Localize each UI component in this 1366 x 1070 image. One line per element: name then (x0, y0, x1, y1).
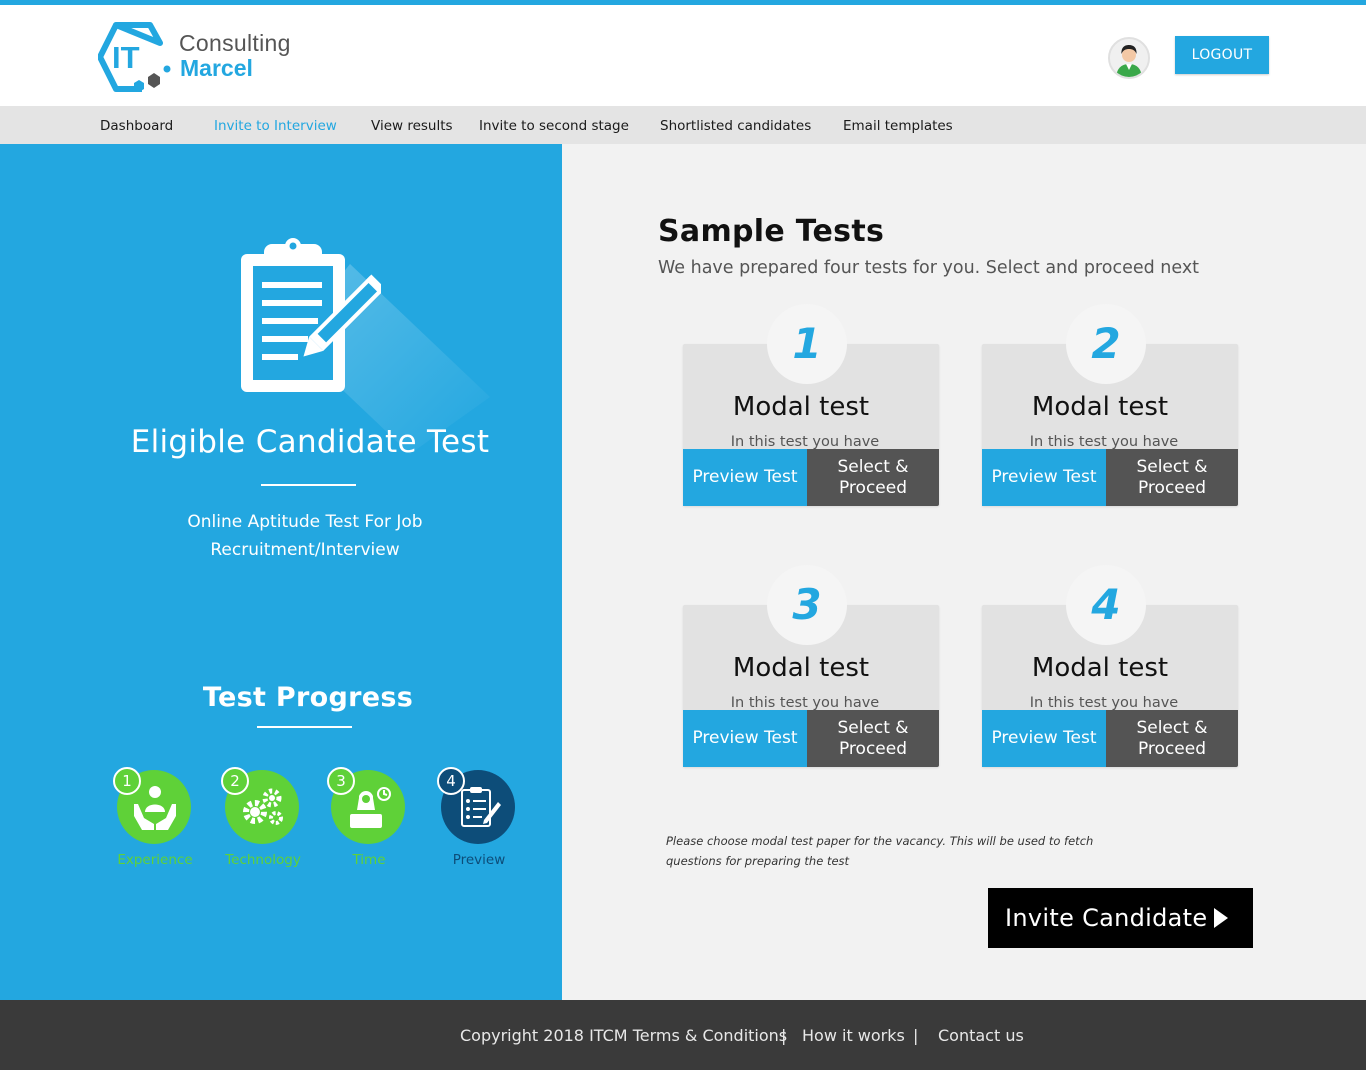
card-title: Modal test (1031, 392, 1169, 422)
left-info-panel: Eligible Candidate Test Online Aptitude … (0, 144, 562, 1000)
nav-item-dashboard[interactable]: Dashboard (100, 118, 173, 134)
nav-item-invite-to-interview[interactable]: Invite to Interview (214, 118, 337, 134)
logo-text-consulting: Consulting (179, 30, 291, 56)
clipboard-pencil-icon (241, 238, 381, 392)
step-label: Technology (225, 852, 301, 868)
step-label: Preview (452, 852, 506, 868)
step-number: 3 (327, 767, 355, 795)
logo[interactable]: IT Consulting Marcel (97, 21, 308, 93)
user-avatar-icon[interactable] (1108, 37, 1150, 79)
footer-link-contact[interactable]: Contact us (938, 1026, 1024, 1045)
preview-test-button[interactable]: Preview Test (683, 449, 807, 506)
footer-copyright-terms[interactable]: Copyright 2018 ITCM Terms & Conditions (460, 1026, 787, 1045)
svg-text:IT: IT (112, 40, 140, 75)
step-label: Experience (117, 852, 193, 868)
select-proceed-button[interactable]: Select & Proceed (807, 710, 939, 767)
instruction-note: Please choose modal test paper for the v… (666, 834, 1094, 868)
logo-hexagon-icon: IT (97, 22, 171, 92)
step-number: 2 (221, 767, 249, 795)
progress-step-time[interactable]: 3 Time (314, 767, 424, 878)
select-proceed-button[interactable]: Select & Proceed (1106, 449, 1238, 506)
card-title: Modal test (1031, 653, 1169, 683)
nav-item-email-templates[interactable]: Email templates (843, 118, 953, 134)
nav-item-view-results[interactable]: View results (371, 118, 453, 134)
avatar-figure (1110, 39, 1148, 77)
section-title: Sample Tests (658, 214, 885, 249)
test-card-1: Modal test In this test you have total 1… (683, 304, 939, 506)
test-number-badge: 2 (1066, 304, 1146, 384)
hero-subtitle: Online Aptitude Test For Job Recruitment… (187, 512, 423, 560)
progress-step-technology[interactable]: 2 Technology (208, 767, 318, 878)
step-number: 1 (113, 767, 141, 795)
preview-test-button[interactable]: Preview Test (683, 710, 807, 767)
test-card-4: Modal test In this test you have total 1… (982, 565, 1238, 767)
header: IT Consulting Marcel LOGOUT (0, 5, 1366, 106)
main-nav: Dashboard Invite to Interview View resul… (0, 106, 1366, 144)
test-card-2: Modal test In this test you have total 1… (982, 304, 1238, 506)
footer-link-how-it-works[interactable]: How it works (802, 1026, 905, 1045)
test-number-badge: 3 (767, 565, 847, 645)
hero-title: Eligible Candidate Test (130, 424, 490, 460)
test-number-badge: 1 (767, 304, 847, 384)
footer: Copyright 2018 ITCM Terms & Conditions |… (0, 1000, 1366, 1070)
select-proceed-button[interactable]: Select & Proceed (807, 449, 939, 506)
section-subtitle: We have prepared four tests for you. Sel… (658, 258, 1200, 278)
nav-item-shortlisted[interactable]: Shortlisted candidates (660, 118, 811, 134)
hero-divider (261, 484, 356, 486)
progress-title: Test Progress (202, 682, 414, 713)
card-title: Modal test (732, 653, 870, 683)
logout-button[interactable]: LOGOUT (1175, 36, 1269, 74)
step-number: 4 (437, 767, 465, 795)
step-label: Time (352, 852, 386, 868)
sample-tests-panel: Sample Tests We have prepared four tests… (562, 144, 1366, 1000)
footer-separator: | (913, 1026, 919, 1045)
progress-step-experience[interactable]: 1 Experience (100, 767, 210, 878)
preview-test-button[interactable]: Preview Test (982, 449, 1106, 506)
invite-candidate-label: Invite Candidate (1005, 904, 1208, 932)
test-card-3: Modal test In this test you have total 1… (683, 565, 939, 767)
invite-candidate-button[interactable]: Invite Candidate (988, 888, 1253, 948)
nav-item-invite-second-stage[interactable]: Invite to second stage (479, 118, 629, 134)
logo-text-marcel: Marcel (180, 55, 253, 81)
progress-step-preview[interactable]: 4 Preview (424, 767, 534, 878)
play-arrow-icon (1214, 908, 1228, 928)
preview-test-button[interactable]: Preview Test (982, 710, 1106, 767)
test-number-badge: 4 (1066, 565, 1146, 645)
card-title: Modal test (732, 392, 870, 422)
progress-divider (257, 726, 352, 728)
footer-separator: | (781, 1026, 787, 1045)
select-proceed-button[interactable]: Select & Proceed (1106, 710, 1238, 767)
